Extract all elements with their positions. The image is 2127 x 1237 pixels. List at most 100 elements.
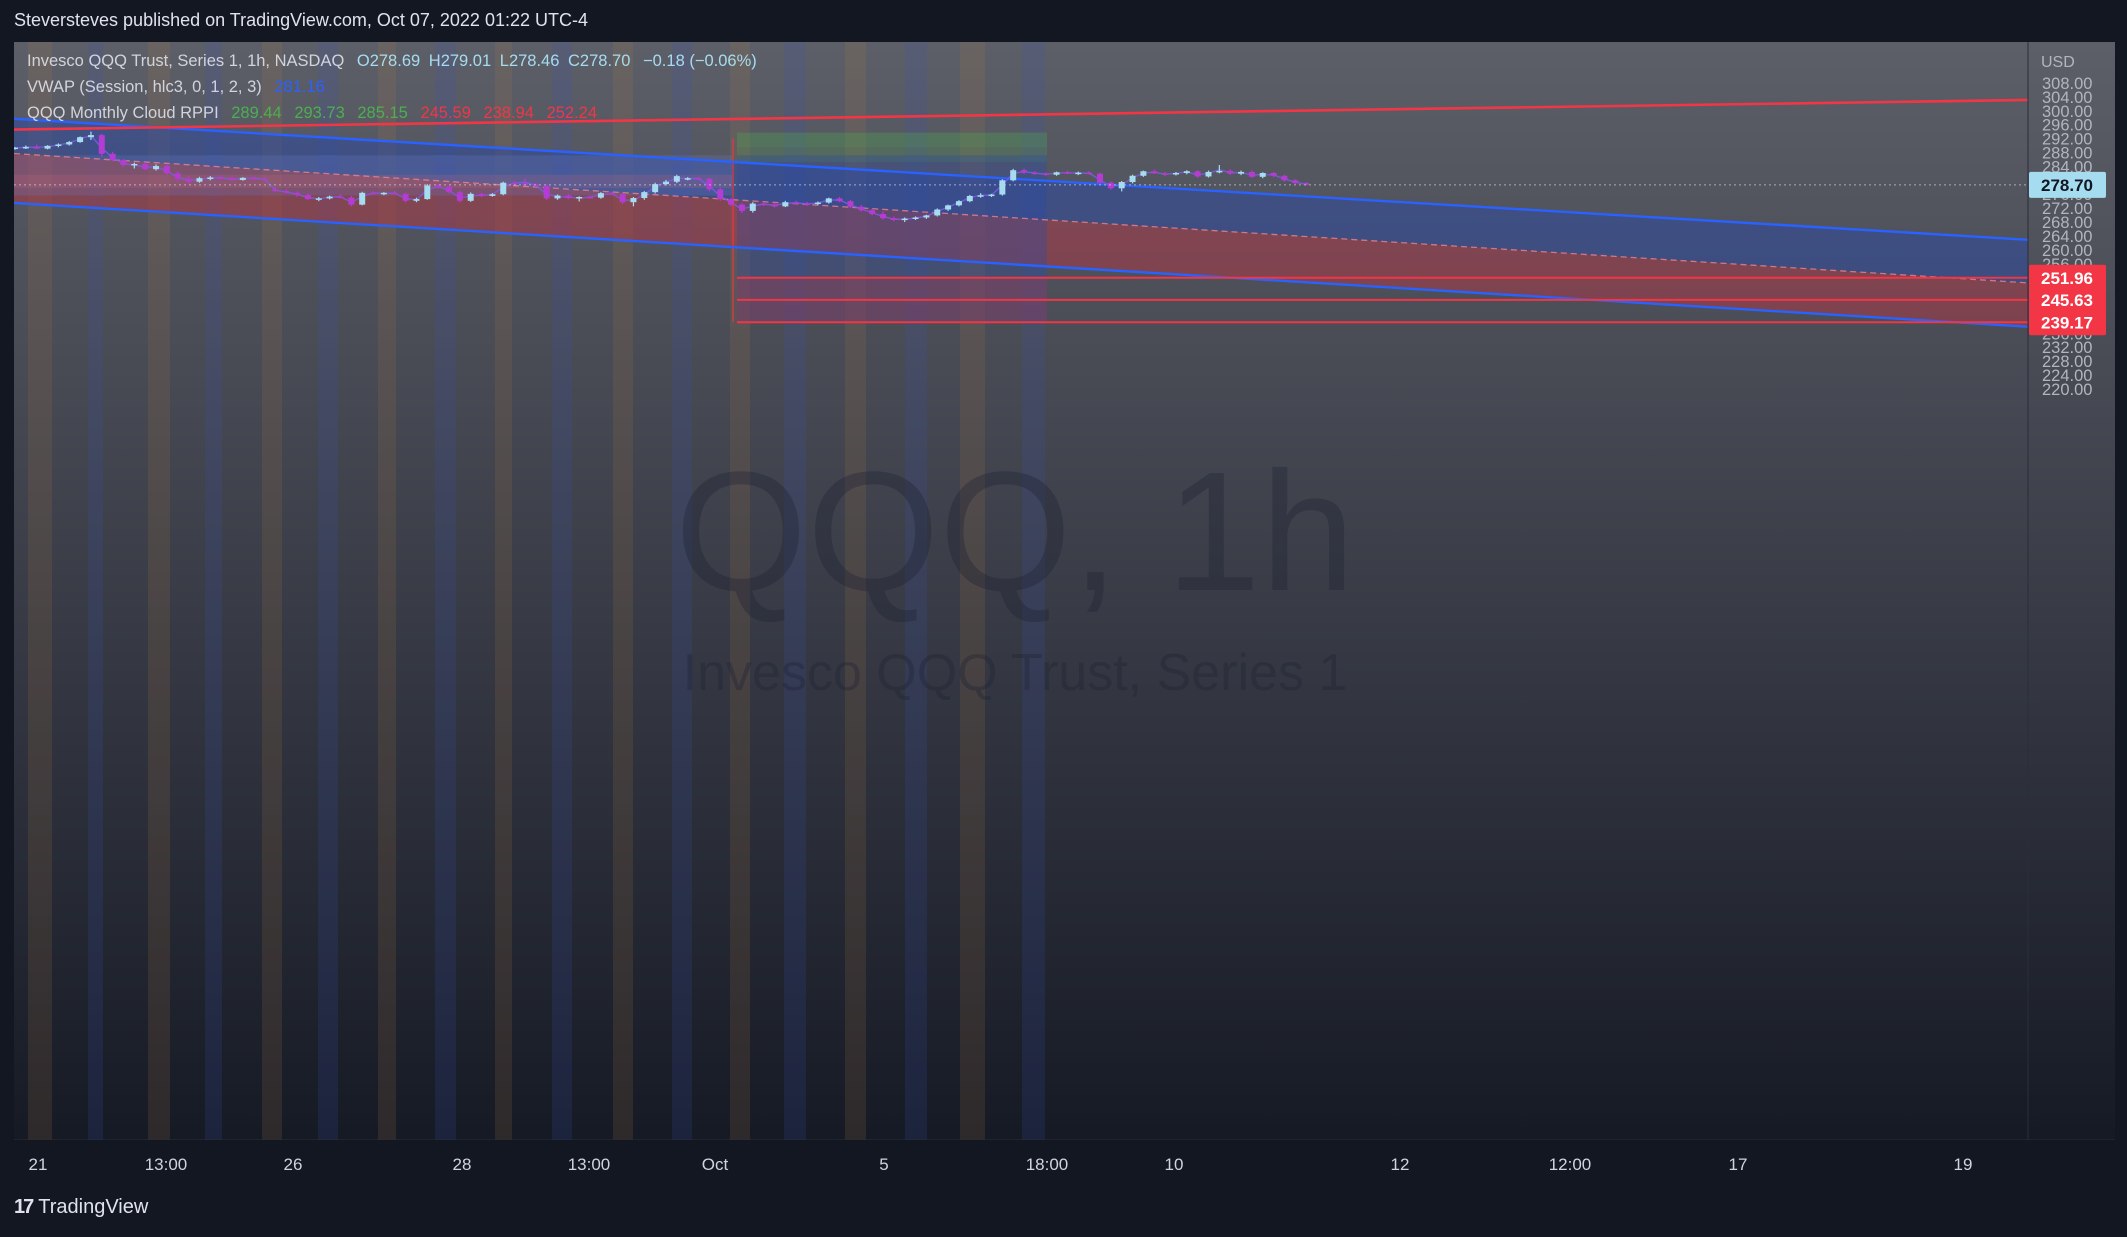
candle-body [250,177,257,180]
candle-body [348,197,355,205]
candle-body [1097,173,1103,183]
candle-body [728,199,735,205]
candle[interactable] [456,190,463,203]
candle-body [163,166,170,174]
candle[interactable] [500,181,507,196]
candle[interactable] [999,179,1006,196]
candle-body [836,198,843,202]
close-value: C278.70 [568,52,631,70]
tradingview-logo[interactable]: 17 TradingView [14,1196,148,1219]
cloud-value-5: 238.94 [483,104,534,122]
candle[interactable] [98,133,105,157]
candle[interactable] [543,184,550,201]
candle-body [1248,171,1255,177]
candle-body [825,198,832,203]
candle-body [218,177,225,180]
candle-body [858,206,865,211]
candle-body [999,180,1006,195]
candle-body [1216,170,1223,173]
candle-body [717,189,724,200]
candle-body [1075,172,1082,175]
candle-body [22,146,29,149]
candle-body [435,185,442,188]
candle-body [77,137,84,143]
candle-body [326,196,333,199]
candle-body [1053,172,1060,175]
change-value: −0.18 (−0.06%) [643,52,757,70]
vwap-legend[interactable]: VWAP (Session, hlc3, 0, 1, 2, 3) 281.16 [27,78,333,97]
candle-body [456,192,463,201]
candle[interactable] [359,191,366,206]
candle-body [1064,172,1071,174]
candle-body [120,160,127,165]
time-tick-label: Oct [702,1155,729,1174]
time-tick-label: 26 [284,1155,303,1174]
candle-body [1107,182,1114,189]
candle-body [880,214,886,219]
time-tick-label: 17 [1729,1155,1748,1174]
candle[interactable] [966,194,973,203]
candle-body [370,192,377,195]
candle[interactable] [1097,172,1103,185]
footer-bar [0,1184,2127,1237]
last-price-badge[interactable]: 278.70 [2029,171,2106,198]
candle-body [1227,170,1234,174]
candle-body [402,193,409,201]
price-chart[interactable]: QQQ, 1hInvesco QQQ Trust, Series 1 USD22… [0,0,2127,1237]
candle-body [901,218,908,221]
candle-body [977,195,984,197]
candle[interactable] [424,184,431,200]
time-tick-label: 12 [1391,1155,1410,1174]
candle-body [630,198,637,203]
candle-body [1010,170,1017,181]
candle-body [782,202,789,207]
watermark-description: Invesco QQQ Trust, Series 1 [683,644,1348,702]
candle[interactable] [934,208,941,217]
cloud-value-6: 252.24 [546,104,598,122]
candle-body [380,192,387,195]
price-level-badge[interactable]: 245.63 [2029,286,2106,313]
cloud-legend[interactable]: QQQ Monthly Cloud RPPI 289.44 293.73 285… [27,104,605,123]
time-tick-label: 10 [1165,1155,1184,1174]
candle[interactable] [717,187,724,201]
candle[interactable] [77,136,84,143]
session-stripe [28,42,52,1140]
candle-body [142,163,149,170]
price-level-badge-text: 239.17 [2041,313,2093,332]
symbol-legend[interactable]: Invesco QQQ Trust, Series 1, 1h, NASDAQ … [27,52,765,71]
candle-body [413,199,420,201]
candle-body [1172,172,1179,175]
historic-range-band [14,174,732,188]
candle-body [337,196,344,199]
candle[interactable] [1010,168,1017,182]
candle-body [847,201,854,207]
candle-body [1021,170,1028,173]
candle-body [1281,175,1288,181]
candle-body [1183,171,1190,173]
price-level-badge[interactable]: 239.17 [2029,309,2106,336]
candle-body [1140,171,1147,176]
candle-body [359,192,366,205]
candle-body [239,177,246,180]
candle-body [738,204,745,211]
candle-body [652,184,659,193]
candle-body [131,163,138,166]
candle-body [1194,171,1201,177]
candle-body [1205,171,1212,177]
candle[interactable] [467,192,474,202]
vwap-value: 281.16 [274,78,325,96]
cloud-name: QQQ Monthly Cloud RPPI [27,104,219,122]
open-value: O278.69 [356,52,421,70]
candle-body [793,202,800,204]
last-price-badge-text: 278.70 [2041,176,2093,195]
candle-body [966,195,973,202]
candle-body [869,210,876,215]
candle-body [923,215,930,218]
time-tick-label: 19 [1954,1155,1973,1174]
candle-body [294,192,301,195]
candle-body [424,185,431,200]
candle-body [1238,171,1245,174]
time-tick-label: 5 [879,1155,888,1174]
vwap-name: VWAP (Session, hlc3, 0, 1, 2, 3) [27,78,262,96]
candle-body [1292,180,1299,184]
